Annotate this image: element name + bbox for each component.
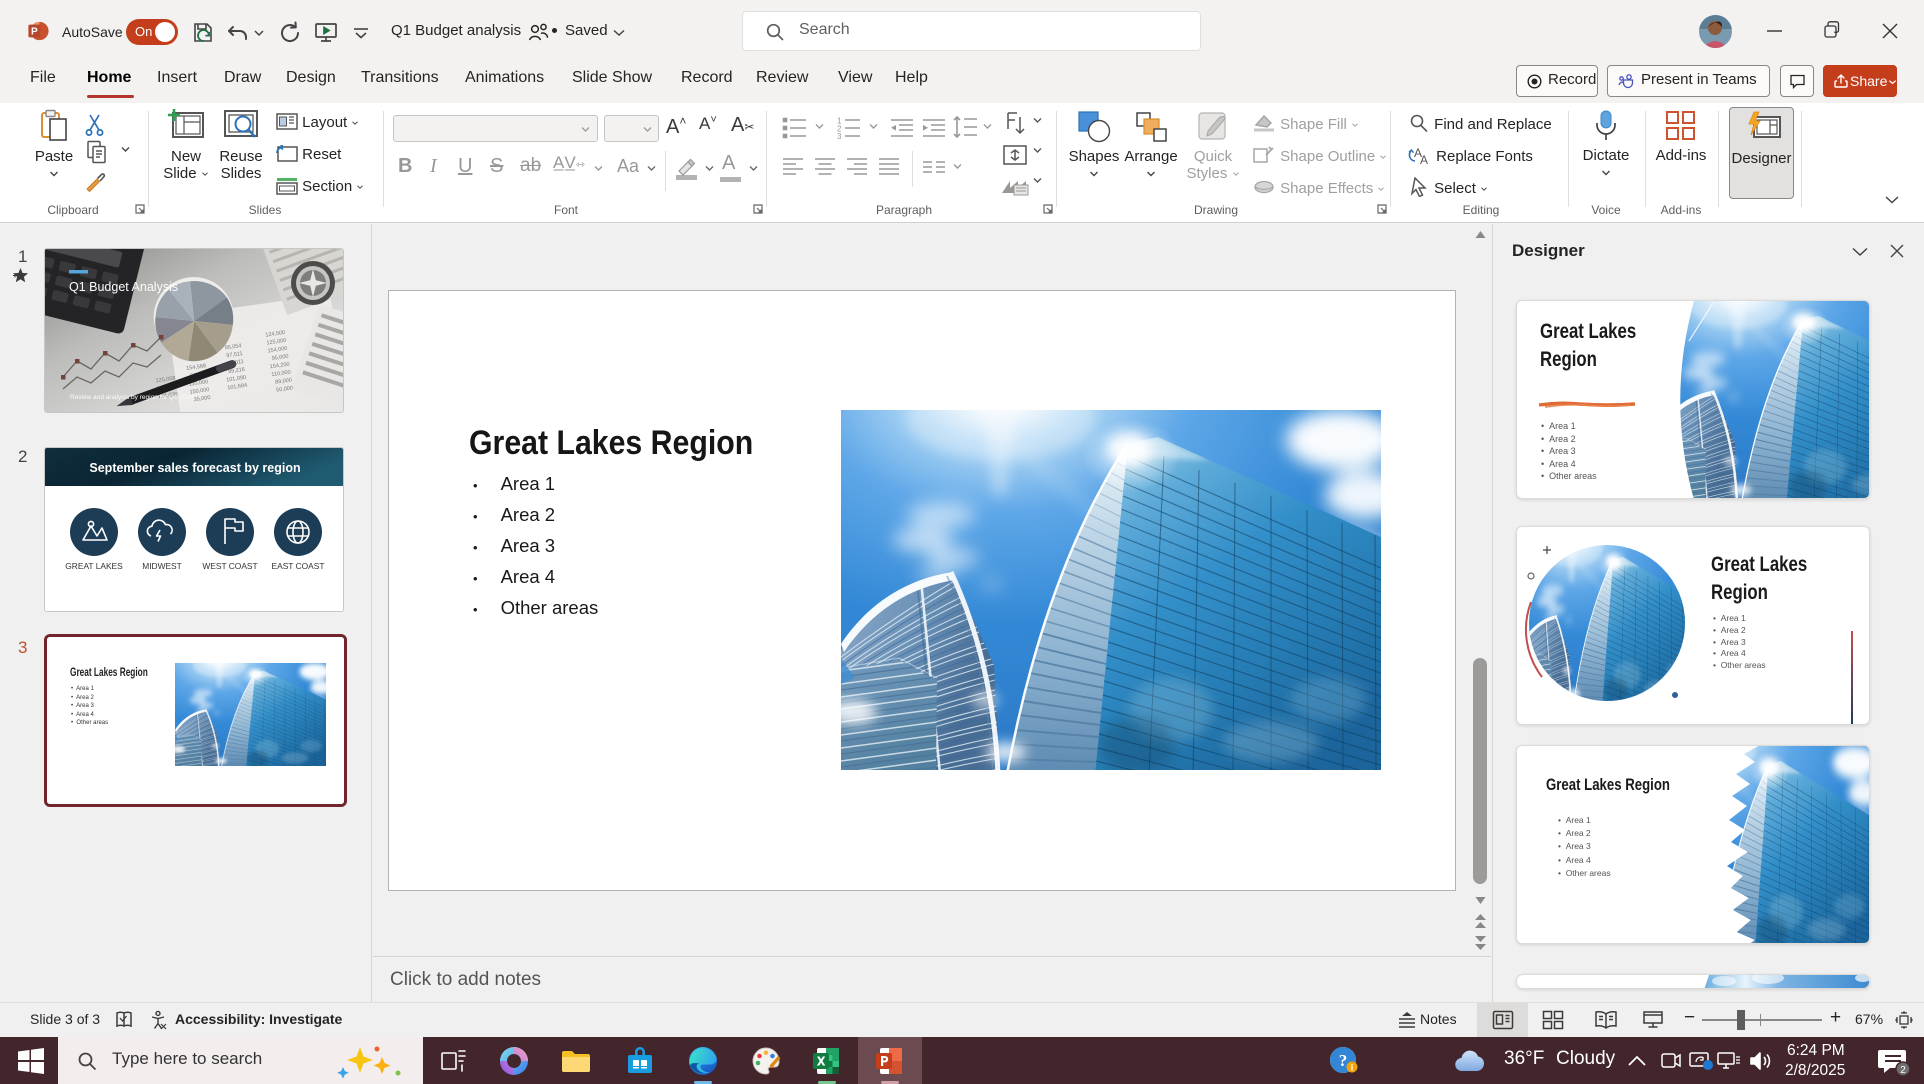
svg-text:GREAT LAKES: GREAT LAKES <box>65 561 123 571</box>
svg-text:EAST COAST: EAST COAST <box>272 561 325 571</box>
svg-text:MIDWEST: MIDWEST <box>142 561 182 571</box>
svg-text:3: 3 <box>837 132 842 139</box>
svg-text:Q1 Budget Analysis: Q1 Budget Analysis <box>69 280 178 294</box>
svg-text:i: i <box>1351 1063 1354 1073</box>
svg-text:?: ? <box>1339 1051 1348 1070</box>
svg-text:A: A <box>1420 153 1428 165</box>
svg-text:September sales forecast by re: September sales forecast by region <box>89 461 300 475</box>
svg-text:2: 2 <box>1900 1065 1906 1076</box>
svg-text:P: P <box>31 27 38 38</box>
svg-text:Review and analysis by region: Review and analysis by region for Q1 202… <box>70 394 194 401</box>
svg-text:WEST COAST: WEST COAST <box>202 561 257 571</box>
